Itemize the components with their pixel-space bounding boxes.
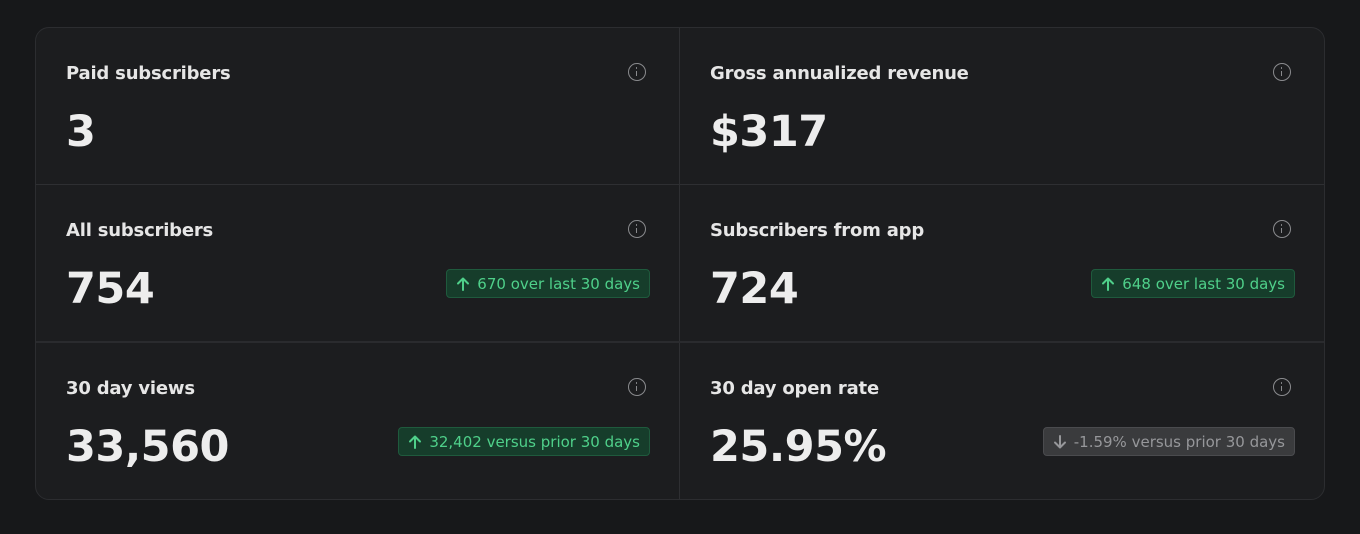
arrow-up-icon xyxy=(409,435,422,449)
arrow-down-icon xyxy=(1053,434,1066,448)
stat-30-day-open-rate: 30 day open rate 25.95% -1.59% versus pr… xyxy=(680,343,1324,499)
stat-subscribers-from-app: Subscribers from app 724 648 over last 3… xyxy=(680,185,1324,341)
stat-label: Paid subscribers xyxy=(66,63,231,84)
stat-value: 724 xyxy=(710,264,799,314)
stat-label: 30 day views xyxy=(66,378,195,399)
stat-label: Gross annualized revenue xyxy=(710,63,969,84)
stat-value: 3 xyxy=(66,107,96,157)
stat-30-day-views: 30 day views 33,560 32,402 versus prior … xyxy=(36,343,679,499)
stats-grid: Paid subscribers 3 Gross annualized reve… xyxy=(36,28,1324,499)
stats-card: Paid subscribers 3 Gross annualized reve… xyxy=(35,27,1325,500)
arrow-up-icon xyxy=(1102,277,1115,291)
trend-badge: 648 over last 30 days xyxy=(1091,269,1295,298)
info-icon[interactable] xyxy=(1273,378,1291,396)
stat-paid-subscribers: Paid subscribers 3 xyxy=(36,28,679,184)
stat-label: Subscribers from app xyxy=(710,220,925,241)
trend-text: 32,402 versus prior 30 days xyxy=(429,432,640,451)
trend-text: 648 over last 30 days xyxy=(1122,274,1285,293)
info-icon[interactable] xyxy=(1273,220,1291,238)
info-icon[interactable] xyxy=(1273,63,1291,81)
arrow-up-icon xyxy=(457,277,470,291)
trend-badge: -1.59% versus prior 30 days xyxy=(1042,427,1295,456)
stat-label: 30 day open rate xyxy=(710,378,879,399)
info-icon[interactable] xyxy=(628,220,646,238)
stat-value: 754 xyxy=(66,264,155,314)
stat-value: $317 xyxy=(710,107,828,157)
stat-value: 25.95% xyxy=(710,422,887,472)
trend-text: 670 over last 30 days xyxy=(477,274,640,293)
stat-value: 33,560 xyxy=(66,422,229,472)
stat-gross-annualized-revenue: Gross annualized revenue $317 xyxy=(680,28,1324,184)
trend-badge: 32,402 versus prior 30 days xyxy=(398,427,650,456)
stat-all-subscribers: All subscribers 754 670 over last 30 day… xyxy=(36,185,679,341)
trend-badge: 670 over last 30 days xyxy=(446,269,650,298)
trend-text: -1.59% versus prior 30 days xyxy=(1073,432,1285,451)
info-icon[interactable] xyxy=(628,63,646,81)
info-icon[interactable] xyxy=(628,378,646,396)
stat-label: All subscribers xyxy=(66,220,214,241)
